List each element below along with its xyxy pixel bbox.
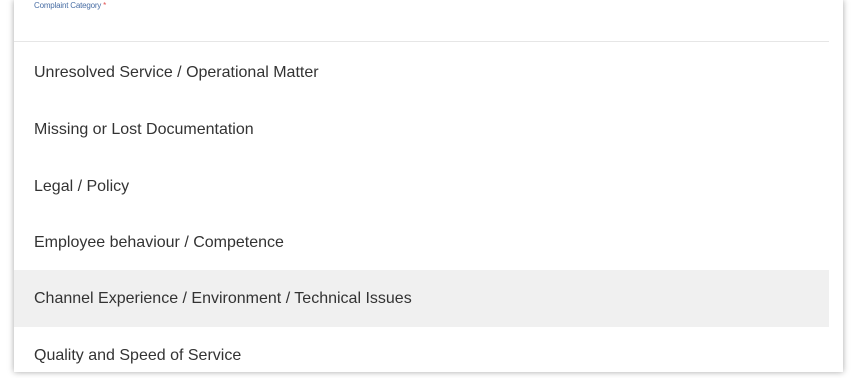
complaint-category-label: Complaint Category * (34, 1, 106, 10)
screenshot-frame: Complaint Category * Unresolved Service /… (0, 0, 853, 378)
option-legal-policy[interactable]: Legal / Policy (14, 158, 829, 215)
option-label: Missing or Lost Documentation (34, 120, 254, 138)
option-channel-experience[interactable]: Channel Experience / Environment / Techn… (14, 270, 829, 327)
option-label: Quality and Speed of Service (34, 346, 242, 364)
option-unresolved-service[interactable]: Unresolved Service / Operational Matter (14, 44, 829, 101)
option-label: Legal / Policy (34, 177, 130, 195)
option-missing-documentation[interactable]: Missing or Lost Documentation (14, 101, 829, 158)
option-label: Unresolved Service / Operational Matter (34, 63, 319, 81)
field-label-text: Complaint Category (34, 1, 102, 10)
required-marker: * (103, 1, 107, 10)
complaint-category-panel: Complaint Category * Unresolved Service /… (14, 0, 843, 372)
option-employee-behaviour[interactable]: Employee behaviour / Competence (14, 214, 829, 271)
option-label: Channel Experience / Environment / Techn… (34, 289, 412, 307)
complaint-category-dropdown-list[interactable]: Unresolved Service / Operational Matter … (14, 41, 829, 372)
option-quality-speed[interactable]: Quality and Speed of Service (14, 327, 829, 372)
option-label: Employee behaviour / Competence (34, 233, 284, 251)
